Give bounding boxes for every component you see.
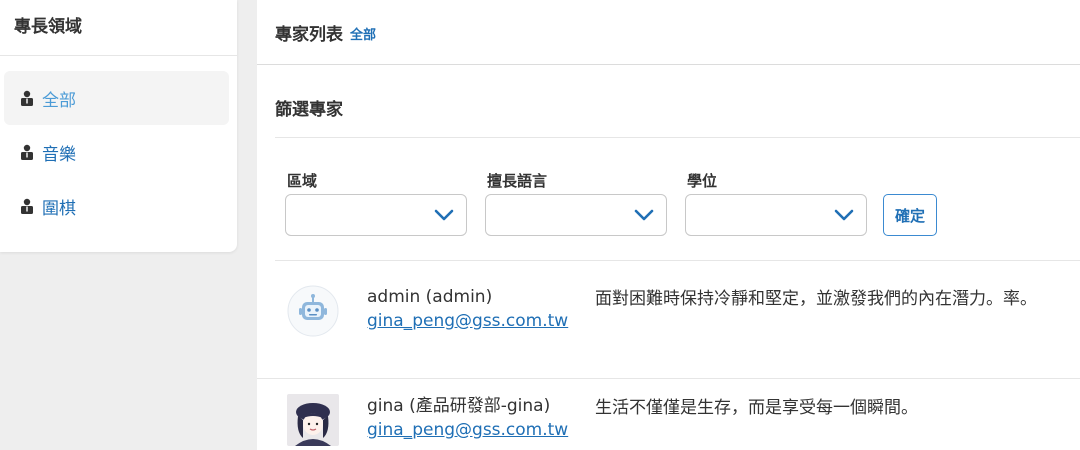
chevron-down-icon — [634, 209, 654, 221]
expert-quote: 面對困難時保持冷靜和堅定，並激發我們的內在潛力。率。 — [595, 289, 1037, 309]
language-label: 擅長語言 — [487, 172, 548, 190]
user-icon — [21, 144, 33, 160]
expert-list-panel: 專家列表 全部 篩選專家 區域 擅長語言 學位 確定 admin (admin)… — [257, 0, 1080, 450]
filter-all-link[interactable]: 全部 — [350, 24, 376, 43]
expert-name: gina (產品研發部-gina) — [367, 396, 551, 416]
user-icon — [21, 198, 33, 214]
sidebar-item-go[interactable]: 圍棋 — [4, 179, 229, 233]
expert-email-link[interactable]: gina_peng@gss.com.tw — [367, 309, 607, 333]
chevron-down-icon — [434, 209, 454, 221]
chevron-down-icon — [834, 209, 854, 221]
language-filter: 擅長語言 — [485, 170, 667, 236]
region-select[interactable] — [285, 194, 467, 236]
user-icon — [21, 90, 33, 106]
expert-name: admin (admin) — [367, 287, 493, 307]
language-select[interactable] — [485, 194, 667, 236]
filter-section: 篩選專家 區域 擅長語言 學位 確定 — [257, 65, 1080, 261]
confirm-button[interactable]: 確定 — [883, 194, 937, 236]
filter-row: 區域 擅長語言 學位 確定 — [275, 138, 1080, 236]
expert-info: admin (admin) gina_peng@gss.com.tw — [367, 285, 607, 378]
expert-row: gina (產品研發部-gina) gina_peng@gss.com.tw 生… — [257, 379, 1080, 446]
region-filter: 區域 — [285, 170, 467, 236]
sidebar-item-all[interactable]: 全部 — [4, 71, 229, 125]
sidebar-list: 全部 音樂 圍棋 — [0, 56, 237, 233]
sidebar-item-label: 圍棋 — [42, 198, 76, 219]
region-label: 區域 — [287, 172, 318, 190]
sidebar-item-label: 全部 — [42, 90, 76, 111]
sidebar-item-music[interactable]: 音樂 — [4, 125, 229, 179]
expert-email-link[interactable]: gina_peng@gss.com.tw — [367, 418, 607, 442]
degree-label: 學位 — [687, 172, 718, 190]
degree-filter: 學位 — [685, 170, 867, 236]
photo-avatar — [287, 394, 339, 446]
expertise-sidebar: 專長領域 全部 音樂 圍棋 — [0, 0, 237, 252]
page-title: 專家列表 — [275, 24, 343, 45]
sidebar-title: 專長領域 — [0, 0, 237, 56]
expert-info: gina (產品研發部-gina) gina_peng@gss.com.tw — [367, 394, 607, 446]
filter-title: 篩選專家 — [275, 65, 1080, 138]
sidebar-item-label: 音樂 — [42, 144, 76, 165]
expert-quote: 生活不僅僅是生存，而是享受每一個瞬間。 — [595, 398, 918, 418]
robot-avatar-icon — [287, 285, 339, 337]
page-header: 專家列表 全部 — [257, 0, 1080, 65]
expert-row: admin (admin) gina_peng@gss.com.tw 面對困難時… — [257, 261, 1080, 379]
degree-select[interactable] — [685, 194, 867, 236]
